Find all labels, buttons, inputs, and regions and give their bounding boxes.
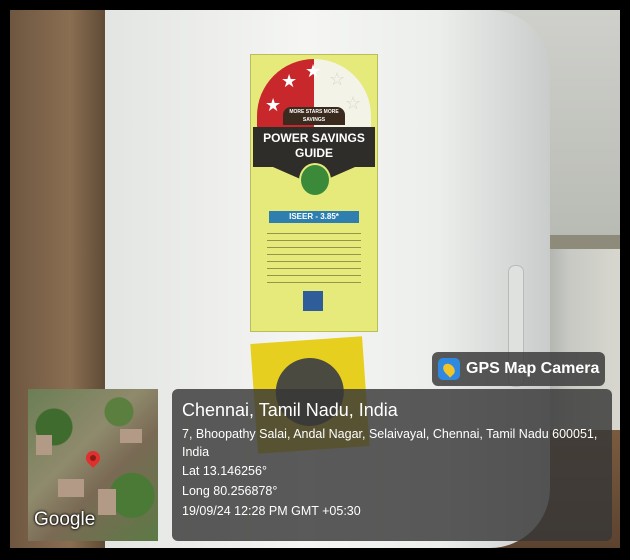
photo-frame: ★ ★ ★ ☆ ☆ MORE STARS MORE SAVINGS POWER …: [0, 0, 630, 560]
star-icon: ★: [305, 61, 322, 81]
star-outline-icon: ☆: [329, 69, 346, 89]
location-title: Chennai, Tamil Nadu, India: [182, 400, 398, 420]
longitude-text: Long 80.256878°: [182, 484, 278, 498]
location-info-panel: Chennai, Tamil Nadu, India 7, Bhoopathy …: [172, 389, 612, 541]
brand-label: GPS Map Camera: [466, 360, 600, 377]
timestamp-text: 19/09/24 12:28 PM GMT +05:30: [182, 504, 361, 518]
more-stars-banner: MORE STARS MORE SAVINGS: [283, 107, 345, 125]
star-icon: ★: [281, 71, 298, 91]
star-icon: ★: [265, 95, 282, 115]
latitude-text: Lat 13.146256°: [182, 464, 267, 478]
emblem-icon: [299, 163, 331, 197]
map-building: [58, 479, 84, 497]
gps-map-camera-icon: [438, 358, 460, 380]
label-title: POWER SAVINGS GUIDE: [253, 127, 375, 167]
label-spec-lines: [267, 233, 361, 285]
bee-logo-icon: [303, 291, 323, 311]
iseer-rating: ISEER - 3.85*: [269, 211, 359, 223]
map-building: [36, 435, 52, 455]
energy-rating-label: ★ ★ ★ ☆ ☆ MORE STARS MORE SAVINGS POWER …: [250, 54, 378, 332]
map-building: [98, 489, 116, 515]
location-pin-icon: [83, 448, 103, 468]
gps-map-camera-badge: GPS Map Camera: [432, 352, 606, 386]
google-watermark: Google: [34, 509, 96, 530]
star-outline-icon: ☆: [345, 93, 362, 113]
map-building: [120, 429, 142, 443]
map-thumbnail: Google: [28, 389, 158, 541]
address-text: 7, Bhoopathy Salai, Andal Nagar, Selaiva…: [182, 427, 598, 459]
